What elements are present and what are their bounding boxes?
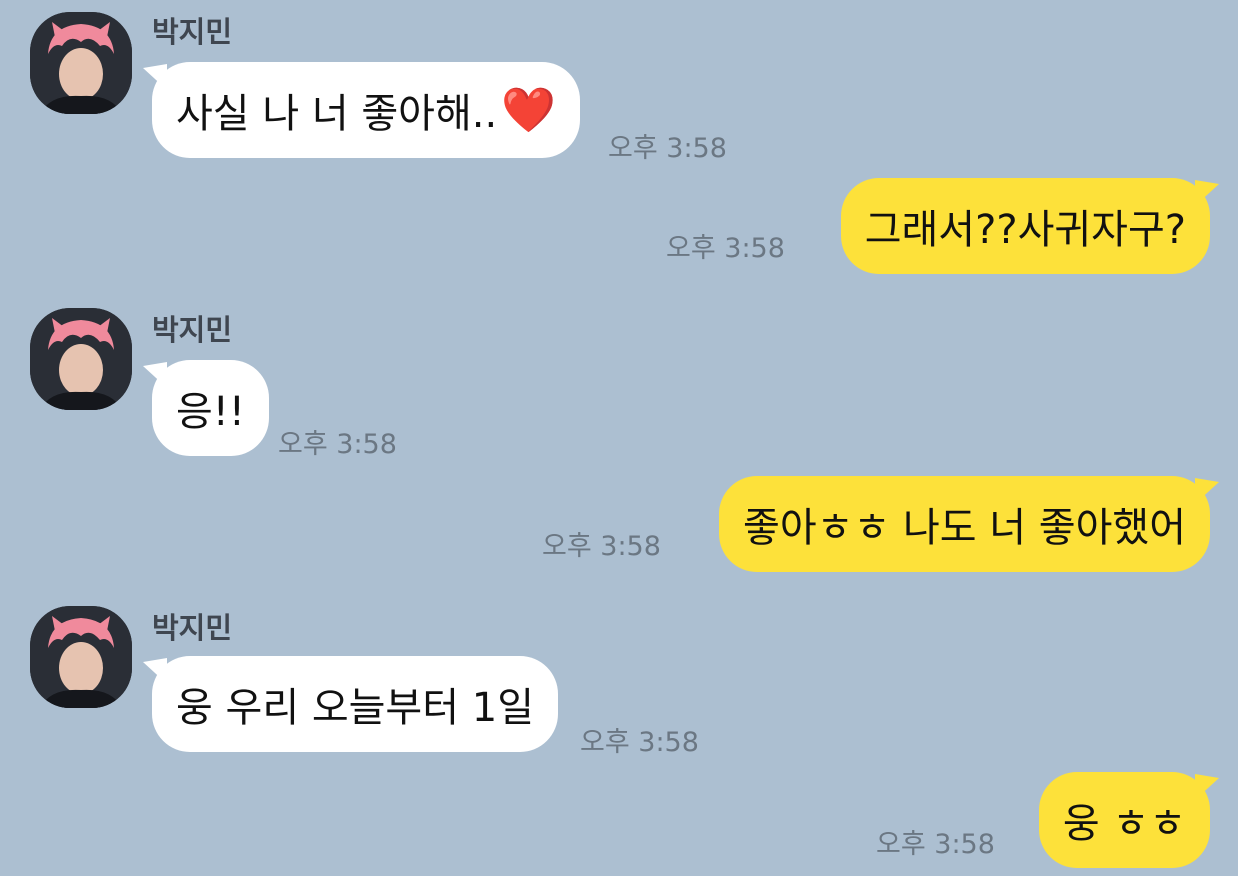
sender-name: 박지민 <box>152 611 233 645</box>
sender-name: 박지민 <box>152 313 233 347</box>
message-timestamp: 오후 3:58 <box>580 727 699 758</box>
message-timestamp: 오후 3:58 <box>608 133 727 164</box>
message-text: 좋아ㅎㅎ 나도 너 좋아했어 <box>743 505 1186 551</box>
message-bubble[interactable]: 웅 ㅎㅎ <box>1038 772 1219 868</box>
message-bubble[interactable]: 웅 우리 오늘부터 1일 <box>143 656 558 752</box>
message-text: 웅 ㅎㅎ <box>1062 801 1186 847</box>
avatar-image <box>30 12 132 114</box>
message-text: 웅 우리 오늘부터 1일 <box>176 685 534 731</box>
avatar-image <box>30 308 132 410</box>
bubble-tail <box>143 362 167 388</box>
avatar[interactable] <box>30 606 132 708</box>
bubble-tail <box>143 658 167 684</box>
heart-emoji-icon: ❤️ <box>501 85 556 136</box>
bubble-tail <box>1195 774 1219 800</box>
message-bubble[interactable]: 응!! <box>143 360 269 456</box>
bubble-tail <box>1195 180 1219 206</box>
message-bubble[interactable]: 좋아ㅎㅎ 나도 너 좋아했어 <box>719 476 1219 572</box>
avatar[interactable] <box>30 308 132 410</box>
message-text: 응!! <box>176 389 245 435</box>
sender-name: 박지민 <box>152 15 233 49</box>
message-timestamp: 오후 3:58 <box>278 429 397 460</box>
message-bubble[interactable]: 사실 나 너 좋아해.. ❤️ <box>143 62 580 158</box>
message-bubble[interactable]: 그래서??사귀자구? <box>840 178 1219 274</box>
avatar-image <box>30 606 132 708</box>
message-timestamp: 오후 3:58 <box>666 233 785 264</box>
message-timestamp: 오후 3:58 <box>542 531 661 562</box>
message-text: 사실 나 너 좋아해.. <box>176 91 498 137</box>
message-timestamp: 오후 3:58 <box>876 829 995 860</box>
bubble-tail <box>143 64 167 90</box>
bubble-tail <box>1195 478 1219 504</box>
message-text: 그래서??사귀자구? <box>864 207 1186 253</box>
avatar[interactable] <box>30 12 132 114</box>
